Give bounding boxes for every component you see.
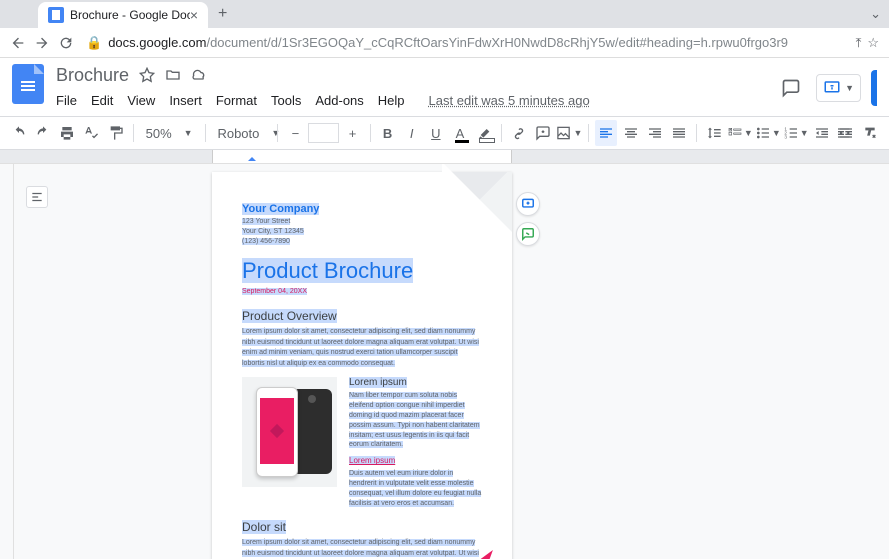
new-tab-button[interactable]: + xyxy=(218,5,227,23)
redo-button[interactable] xyxy=(32,120,54,146)
horizontal-ruler[interactable] xyxy=(0,150,889,164)
bulleted-list-button[interactable]: ▼ xyxy=(755,120,781,146)
page-corner-decoration xyxy=(442,172,512,232)
increase-indent-button[interactable] xyxy=(835,120,857,146)
insert-image-button[interactable]: ▼ xyxy=(556,120,582,146)
decrease-font-button[interactable]: − xyxy=(284,120,306,146)
docs-home-icon[interactable] xyxy=(12,64,44,104)
section-heading[interactable]: Dolor sit xyxy=(242,520,286,534)
page: Your Company 123 Your Street Your City, … xyxy=(212,172,512,559)
reload-button[interactable] xyxy=(54,31,78,55)
zoom-select[interactable]: 50%▼ xyxy=(140,121,199,145)
tab-bar: Brochure - Google Docs × + ⌄ xyxy=(0,0,889,28)
highlight-button[interactable] xyxy=(473,120,495,146)
url-path: /document/d/1Sr3EGOQaY_cCqRCftOarsYinFdw… xyxy=(206,35,788,50)
font-select[interactable]: Roboto▼ xyxy=(211,121,271,145)
menu-file[interactable]: File xyxy=(56,93,77,108)
docs-favicon-icon xyxy=(48,7,64,23)
menu-view[interactable]: View xyxy=(127,93,155,108)
open-comments-button[interactable] xyxy=(776,73,806,103)
menu-tools[interactable]: Tools xyxy=(271,93,301,108)
italic-button[interactable]: I xyxy=(401,120,423,146)
subsection-heading[interactable]: Lorem ipsum xyxy=(349,377,407,388)
align-justify-button[interactable] xyxy=(668,120,690,146)
body-paragraph[interactable]: Nam liber tempor cum soluta nobis eleife… xyxy=(349,392,480,448)
insert-link-button[interactable] xyxy=(508,120,530,146)
document-heading[interactable]: Product Brochure xyxy=(242,258,413,283)
menu-help[interactable]: Help xyxy=(378,93,405,108)
present-button[interactable]: ▼ xyxy=(816,74,861,102)
browser-chrome: Brochure - Google Docs × + ⌄ 🔒 docs.goog… xyxy=(0,0,889,58)
zoom-value: 50% xyxy=(146,126,172,141)
toolbar: 50%▼ Roboto▼ − + B I U A ▼ ▼ ▼ 123▼ xyxy=(0,116,889,150)
suggest-edits-button[interactable] xyxy=(516,222,540,246)
font-size-input[interactable] xyxy=(308,123,339,143)
body-paragraph[interactable]: Lorem ipsum dolor sit amet, consectetur … xyxy=(242,328,479,367)
menu-format[interactable]: Format xyxy=(216,93,257,108)
document-date[interactable]: September 04, 20XX xyxy=(242,288,307,295)
menu-addons[interactable]: Add-ons xyxy=(315,93,363,108)
company-name[interactable]: Your Company xyxy=(242,203,319,215)
font-value: Roboto xyxy=(217,126,259,141)
align-center-button[interactable] xyxy=(619,120,641,146)
spellcheck-button[interactable] xyxy=(80,120,102,146)
align-right-button[interactable] xyxy=(644,120,666,146)
insert-comment-button[interactable] xyxy=(516,192,540,216)
address-line[interactable]: Your City, ST 12345 xyxy=(242,228,304,235)
menu-bar: File Edit View Insert Format Tools Add-o… xyxy=(56,88,776,112)
svg-text:3: 3 xyxy=(784,134,787,139)
url-field[interactable]: 🔒 docs.google.com/document/d/1Sr3EGOQaY_… xyxy=(86,35,848,51)
cloud-status-icon[interactable] xyxy=(191,67,207,83)
increase-font-button[interactable]: + xyxy=(341,120,363,146)
line-spacing-button[interactable] xyxy=(703,120,725,146)
docs-header: Brochure File Edit View Insert Format To… xyxy=(0,58,889,112)
bold-button[interactable]: B xyxy=(376,120,398,146)
numbered-list-button[interactable]: 123▼ xyxy=(783,120,809,146)
back-button[interactable] xyxy=(6,31,30,55)
body-paragraph[interactable]: Duis autem vel eum iriure dolor in hendr… xyxy=(349,470,481,506)
print-button[interactable] xyxy=(56,120,78,146)
tab-overflow-icon[interactable]: ⌄ xyxy=(870,6,889,22)
align-left-button[interactable] xyxy=(595,120,617,146)
tab-title: Brochure - Google Docs xyxy=(70,8,190,22)
document-title[interactable]: Brochure xyxy=(56,65,129,86)
forward-button[interactable] xyxy=(30,31,54,55)
close-tab-icon[interactable]: × xyxy=(190,7,198,23)
lock-icon: 🔒 xyxy=(86,35,102,51)
last-edit-link[interactable]: Last edit was 5 minutes ago xyxy=(429,93,590,108)
chevron-down-icon: ▼ xyxy=(845,83,854,93)
install-app-icon[interactable]: ⤒ xyxy=(856,35,862,51)
move-icon[interactable] xyxy=(165,67,181,83)
checklist-button[interactable]: ▼ xyxy=(727,120,753,146)
indent-marker-icon[interactable] xyxy=(248,153,256,161)
browser-tab[interactable]: Brochure - Google Docs × xyxy=(38,2,208,28)
decrease-indent-button[interactable] xyxy=(811,120,833,146)
text-link[interactable]: Lorem ipsum xyxy=(349,456,395,465)
address-bar: 🔒 docs.google.com/document/d/1Sr3EGOQaY_… xyxy=(0,28,889,58)
menu-insert[interactable]: Insert xyxy=(169,93,202,108)
paint-format-button[interactable] xyxy=(105,120,127,146)
section-heading[interactable]: Product Overview xyxy=(242,309,337,323)
underline-button[interactable]: U xyxy=(425,120,447,146)
product-image[interactable] xyxy=(242,377,337,487)
share-button[interactable] xyxy=(871,70,877,106)
star-icon[interactable] xyxy=(139,67,155,83)
bookmark-icon[interactable]: ☆ xyxy=(867,35,879,51)
clear-formatting-button[interactable] xyxy=(859,120,881,146)
add-comment-button[interactable] xyxy=(532,120,554,146)
url-host: docs.google.com xyxy=(108,35,206,50)
undo-button[interactable] xyxy=(8,120,30,146)
menu-edit[interactable]: Edit xyxy=(91,93,113,108)
text-color-button[interactable]: A xyxy=(449,120,471,146)
address-line[interactable]: (123) 456-7890 xyxy=(242,238,290,245)
address-line[interactable]: 123 Your Street xyxy=(242,218,290,225)
